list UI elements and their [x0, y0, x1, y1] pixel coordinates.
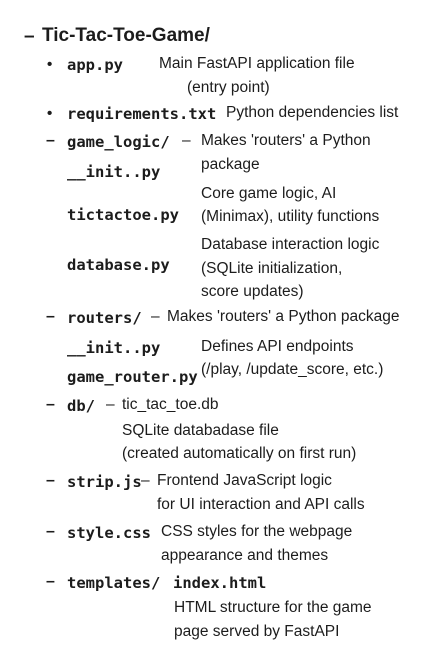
dash-game-logic: – — [46, 132, 55, 149]
db-desc-2: (created automatically on first run) — [122, 445, 357, 462]
dash-templates: – — [46, 573, 55, 590]
requirements-desc: Python dependencies list — [226, 104, 399, 121]
game-router-desc-2: (/play, /update_score, etc.) — [201, 361, 384, 378]
database-desc-2: (SQLite initialization, — [201, 260, 343, 277]
game-logic-sep: – — [182, 132, 191, 149]
routers-sep: – — [151, 308, 160, 325]
strip-js-sep: – — [141, 472, 150, 489]
bullet-requirements: • — [47, 105, 53, 122]
dash-db: – — [46, 396, 55, 413]
templates-desc-2: page served by FastAPI — [174, 623, 340, 640]
strip-js-desc-1: Frontend JavaScript logic — [157, 472, 332, 489]
file-style-css: style.css — [67, 524, 151, 542]
dash-style-css: – — [46, 523, 55, 540]
file-tic-tac-toe-db: tic_tac_toe.db — [122, 396, 219, 413]
file-routers-init: __init..py — [67, 339, 161, 357]
strip-js-desc-2: for UI interaction and API calls — [157, 496, 365, 513]
game-router-desc-1: Defines API endpoints — [201, 338, 354, 355]
bullet-app: • — [47, 56, 53, 73]
file-game-logic-init: __init..py — [67, 163, 161, 181]
style-css-desc-1: CSS styles for the webpage — [161, 523, 353, 540]
database-desc-3: score updates) — [201, 283, 304, 300]
db-desc-1: SQLite databadase file — [122, 422, 279, 439]
dash-strip-js: – — [46, 472, 55, 489]
file-requirements: requirements.txt — [67, 105, 217, 123]
game-logic-desc-2: package — [201, 156, 260, 173]
app-desc-1: Main FastAPI application file — [159, 55, 355, 72]
file-strip-js: strip.js — [67, 473, 142, 491]
game-logic-desc-1: Makes 'routers' a Python — [201, 132, 371, 149]
db-sep: – — [106, 396, 115, 413]
tictactoe-desc-1: Core game logic, AI — [201, 185, 337, 202]
root-dash: – — [24, 26, 35, 47]
tictactoe-desc-2: (Minimax), utility functions — [201, 208, 380, 225]
templates-desc-1: HTML structure for the game — [174, 599, 372, 616]
root-folder: Tic-Tac-Toe-Game/ — [42, 25, 210, 46]
file-app-py: app.py — [67, 56, 123, 74]
folder-game-logic: game_logic/ — [67, 133, 170, 151]
routers-desc: Makes 'routers' a Python package — [167, 308, 400, 325]
dash-routers: – — [46, 308, 55, 325]
file-game-router-py: game_router.py — [67, 368, 198, 386]
folder-templates: templates/ — [67, 574, 161, 592]
database-desc-1: Database interaction logic — [201, 236, 380, 253]
style-css-desc-2: appearance and themes — [161, 547, 329, 564]
folder-routers: routers/ — [67, 309, 142, 327]
file-database-py: database.py — [67, 256, 170, 274]
app-desc-2: (entry point) — [187, 79, 270, 96]
file-index-html: index.html — [173, 574, 267, 592]
folder-db: db/ — [67, 397, 95, 415]
file-tictactoe-py: tictactoe.py — [67, 206, 179, 224]
